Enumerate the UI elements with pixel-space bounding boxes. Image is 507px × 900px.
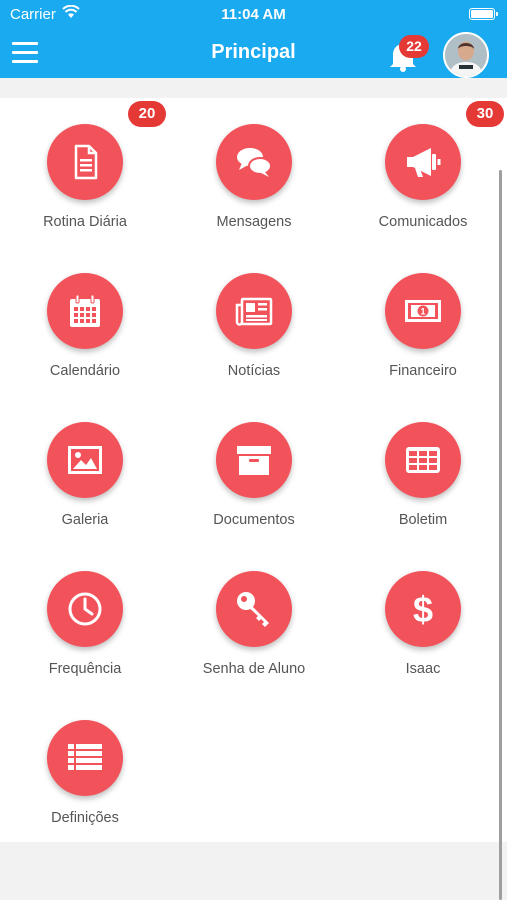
app-header: Principal 22 [0, 30, 507, 78]
avatar[interactable] [443, 32, 489, 78]
tile-label: Notícias [227, 363, 281, 379]
image-icon [47, 422, 123, 498]
newspaper-icon [216, 273, 292, 349]
count-badge: 20 [128, 101, 166, 127]
tile-label: Definições [51, 810, 119, 826]
calendar-icon [47, 273, 123, 349]
key-icon [216, 571, 292, 647]
status-time: 11:04 AM [221, 6, 286, 23]
tile-label: Comunicados [378, 214, 468, 230]
tile-label: Galeria [61, 512, 109, 528]
tile-mensagens[interactable]: Mensagens [174, 124, 334, 264]
tile-calendario[interactable]: Calendário [5, 273, 165, 413]
list-icon [47, 720, 123, 796]
tile-label: Rotina Diária [43, 214, 127, 230]
count-badge: 30 [466, 101, 504, 127]
tile-documentos[interactable]: Documentos [174, 422, 334, 562]
svg-text:1: 1 [420, 307, 425, 317]
tile-frequencia[interactable]: Frequência [5, 571, 165, 711]
grid-table-icon [385, 422, 461, 498]
tile-label: Financeiro [389, 363, 457, 379]
tile-senha-de-aluno[interactable]: Senha de Aluno [174, 571, 334, 711]
clock-icon [47, 571, 123, 647]
tile-label: Frequência [48, 661, 122, 677]
status-bar: Carrier 11:04 AM [0, 0, 507, 30]
tile-isaac[interactable]: $ Isaac [343, 571, 503, 711]
page-title: Principal [211, 41, 296, 63]
chat-bubbles-icon [216, 124, 292, 200]
banknote-icon: 1 [385, 273, 461, 349]
tile-boletim[interactable]: Boletim [343, 422, 503, 562]
tile-label: Isaac [405, 661, 441, 677]
tile-noticias[interactable]: Notícias [174, 273, 334, 413]
tile-label: Documentos [213, 512, 295, 528]
tile-label: Senha de Aluno [202, 661, 306, 677]
dollar-icon: $ [385, 571, 461, 647]
megaphone-icon [385, 124, 461, 200]
document-icon [47, 124, 123, 200]
tile-comunicados[interactable]: Comunicados 30 [343, 101, 504, 264]
svg-text:$: $ [413, 589, 433, 629]
tile-financeiro[interactable]: 1 Financeiro [343, 273, 503, 413]
tile-label: Boletim [398, 512, 448, 528]
archive-box-icon [216, 422, 292, 498]
notification-badge[interactable]: 22 [399, 35, 429, 58]
tile-definicoes[interactable]: Definições [5, 720, 165, 860]
tile-label: Calendário [49, 363, 121, 379]
tile-label: Mensagens [216, 214, 292, 230]
tile-galeria[interactable]: Galeria [5, 422, 165, 562]
battery-icon [469, 8, 498, 20]
tile-rotina-diaria[interactable]: Rotina Diária 20 [5, 101, 166, 264]
